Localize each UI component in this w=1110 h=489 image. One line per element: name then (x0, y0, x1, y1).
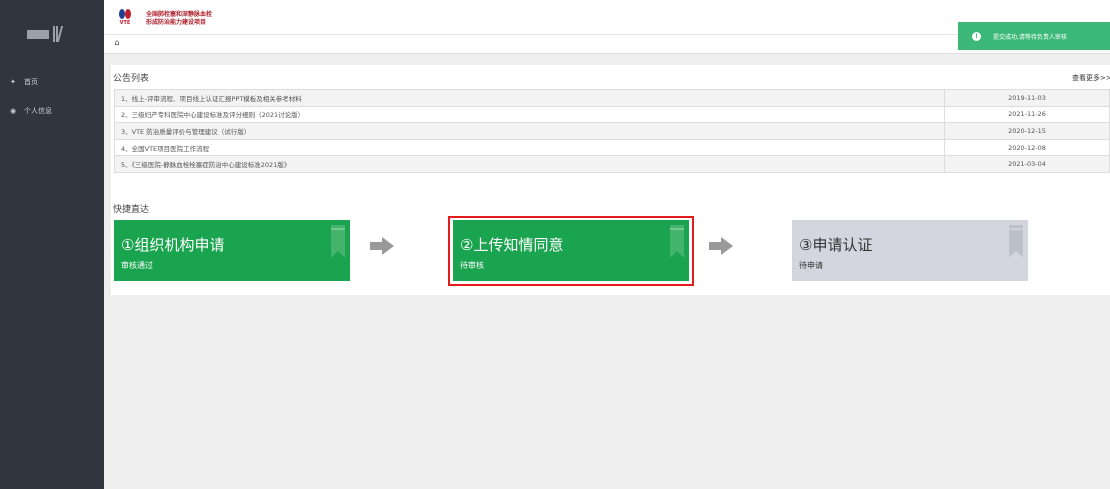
notice-date: 2020-12-15 (944, 122, 1110, 140)
home-icon: ✦ (10, 78, 16, 86)
card-status: 待申请 (799, 261, 823, 270)
notice-date: 2021-11-26 (944, 105, 1110, 124)
arrow-right-icon (709, 237, 733, 255)
notice-date: 2021-03-04 (944, 155, 1110, 173)
table-row[interactable]: 3、VTE 防治质量评价与管理建议（试行版） 2020-12-15 (114, 122, 1110, 140)
project-title-line2: 形成防治能力建设项目 (146, 19, 207, 26)
home-tab-icon[interactable]: ⌂ (110, 38, 124, 51)
arrow-right-icon (370, 237, 394, 255)
notice-date: 2019-11-03 (944, 89, 1110, 107)
table-row[interactable]: 1、线上-评审流程、项目线上认证汇报PPT模板及相关参考材料 2019-11-0… (114, 89, 1110, 107)
sidebar-item-label: 首页 (24, 78, 38, 86)
card-title: ①组织机构申请 (121, 236, 225, 254)
info-icon: ! (972, 31, 981, 41)
card-title: ③申请认证 (799, 236, 873, 254)
sidebar-item-label: 个人信息 (24, 107, 52, 115)
app-root: ✦ 首页 ◉ 个人信息 VTE 全国肺栓塞和深静脉血栓 形成防治能力建设项目 ⌂… (0, 0, 1110, 489)
bookmark-icon (1009, 225, 1023, 258)
apply-certification-card[interactable]: ③申请认证 待申请 (792, 220, 1028, 281)
notice-title[interactable]: 2、三级妇产专科医院中心建设标准及评分细则（2021讨论版） (114, 105, 945, 124)
notice-title[interactable]: 5、《三级医院-静脉血栓栓塞症防治中心建设标准2021版》 (114, 155, 945, 173)
project-title-line1: 全国肺栓塞和深静脉血栓 (146, 11, 213, 18)
notice-table: 1、线上-评审流程、项目线上认证汇报PPT模板及相关参考材料 2019-11-0… (114, 89, 1110, 173)
sidebar-item-home[interactable]: ✦ 首页 (0, 73, 104, 91)
success-toast: ! 提交成功,请等待负责人审核 (958, 22, 1110, 50)
view-more-link[interactable]: 查看更多>> (1072, 73, 1110, 83)
notice-list-title: 公告列表 (113, 74, 150, 84)
table-row[interactable]: 5、《三级医院-静脉血栓栓塞症防治中心建设标准2021版》 2021-03-04 (114, 155, 1110, 173)
logo-text: VTE (119, 20, 131, 26)
notice-date: 2020-12-08 (944, 138, 1110, 157)
card-status: 待审核 (460, 261, 484, 270)
notice-title[interactable]: 1、线上-评审流程、项目线上认证汇报PPT模板及相关参考材料 (114, 89, 945, 107)
project-title: 全国肺栓塞和深静脉血栓 形成防治能力建设项目 (146, 11, 212, 27)
notice-title[interactable]: 4、全国VTE项目医院工作流程 (114, 138, 945, 157)
card-status: 审核通过 (121, 261, 153, 270)
vte-logo: VTE (117, 9, 133, 31)
sidebar-item-profile[interactable]: ◉ 个人信息 (0, 102, 104, 120)
bookmark-icon (331, 225, 345, 258)
sidebar: ✦ 首页 ◉ 个人信息 (0, 0, 104, 489)
main-content: 公告列表 查看更多>> 1、线上-评审流程、项目线上认证汇报PPT模板及相关参考… (111, 65, 1110, 295)
quick-access-title: 快捷直达 (113, 205, 150, 215)
toast-message: 提交成功,请等待负责人审核 (993, 33, 1067, 41)
table-row[interactable]: 4、全国VTE项目医院工作流程 2020-12-08 (114, 138, 1110, 157)
user-info-icon: ◉ (10, 107, 17, 115)
table-row[interactable]: 2、三级妇产专科医院中心建设标准及评分细则（2021讨论版） 2021-11-2… (114, 105, 1110, 124)
upload-consent-card[interactable]: ②上传知情同意 待审核 (453, 220, 689, 281)
org-application-card[interactable]: ①组织机构申请 审核通过 (114, 220, 350, 281)
sidebar-logo (27, 26, 64, 42)
card-title: ②上传知情同意 (460, 236, 564, 254)
notice-title[interactable]: 3、VTE 防治质量评价与管理建议（试行版） (114, 122, 945, 140)
bookmark-icon (670, 225, 684, 258)
